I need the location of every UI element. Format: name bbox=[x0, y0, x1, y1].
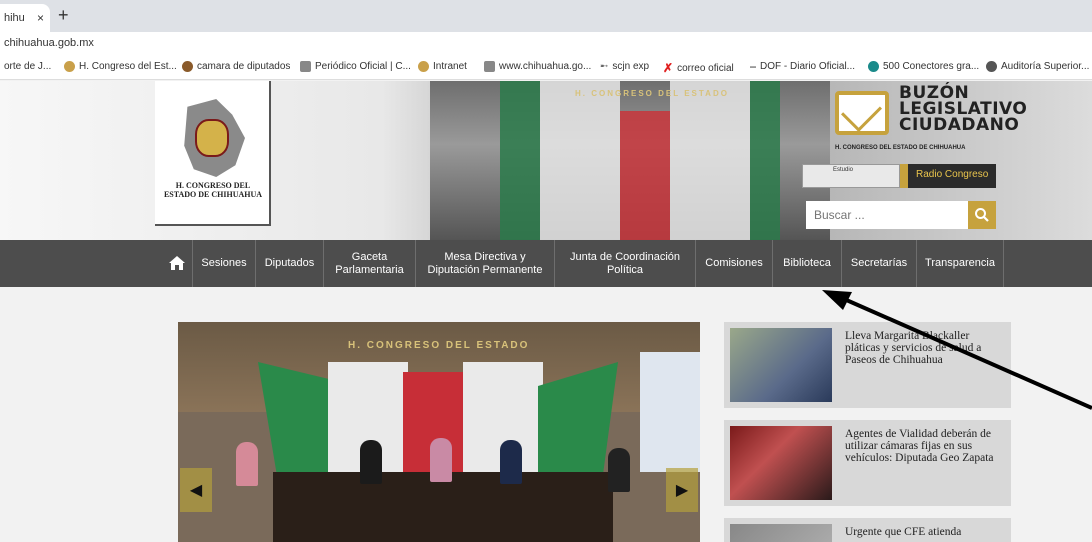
banner-flag-red bbox=[620, 111, 670, 240]
nav-comisiones[interactable]: Comisiones bbox=[695, 240, 772, 287]
shield-icon bbox=[300, 61, 311, 72]
buzon-subtitle: H. CONGRESO DEL ESTADO DE CHIHUAHUA bbox=[835, 145, 966, 151]
bookmark-item[interactable]: orte de J... bbox=[4, 61, 51, 72]
bookmark-item[interactable]: Intranet bbox=[418, 61, 467, 72]
x-mark-icon: ✗ bbox=[663, 61, 674, 75]
search-input[interactable] bbox=[806, 201, 968, 229]
main-nav: Sesiones Diputados Gaceta Parlamentaria … bbox=[0, 240, 1092, 287]
tab-title: hihu bbox=[4, 12, 25, 24]
carousel-next-button[interactable]: ▶ bbox=[666, 468, 698, 512]
carousel-person bbox=[608, 448, 630, 492]
home-icon[interactable] bbox=[162, 248, 192, 278]
banner-flag-green-2 bbox=[750, 81, 780, 240]
bookmark-label: camara de diputados bbox=[197, 61, 291, 72]
banner-flag-green bbox=[500, 81, 540, 240]
bookmark-label: scjn exp bbox=[612, 61, 650, 72]
address-bar[interactable]: chihuahua.gob.mx bbox=[0, 32, 1092, 54]
bookmark-label: DOF - Diario Oficial... bbox=[760, 61, 856, 72]
news-carousel[interactable]: H. CONGRESO DEL ESTADO ◀ ▶ bbox=[178, 322, 700, 542]
buzon-title: BUZÓN LEGISLATIVO CIUDADANO bbox=[899, 85, 1027, 135]
bookmark-item[interactable]: camara de diputados bbox=[182, 61, 290, 72]
radio-label: Radio Congreso bbox=[900, 164, 996, 188]
news-title: Urgente que CFE atienda bbox=[845, 526, 962, 538]
bookmark-label: orte de J... bbox=[4, 61, 52, 72]
nav-biblioteca[interactable]: Biblioteca bbox=[772, 240, 841, 287]
carousel-podium bbox=[273, 472, 613, 542]
bookmark-label: www.chihuahua.go... bbox=[499, 61, 592, 72]
bird-icon: ➸ bbox=[600, 61, 609, 72]
carousel-person bbox=[500, 440, 522, 484]
search-icon bbox=[975, 208, 989, 222]
camara-icon bbox=[182, 61, 193, 72]
globe-icon bbox=[986, 61, 997, 72]
carousel-prev-button[interactable]: ◀ bbox=[180, 468, 212, 512]
globe-icon bbox=[868, 61, 879, 72]
nav-mesa-directiva[interactable]: Mesa Directiva y Diputación Permanente bbox=[415, 240, 554, 287]
shield-icon bbox=[484, 61, 495, 72]
site-header: H. CONGRESO DEL ESTADO H. CONGRESO DEL E… bbox=[0, 81, 1092, 240]
search-button[interactable] bbox=[968, 201, 996, 229]
browser-tab-bar: hihu × + bbox=[0, 0, 1092, 32]
bookmark-item[interactable]: Periódico Oficial | C... bbox=[300, 61, 411, 72]
nav-diputados[interactable]: Diputados bbox=[255, 240, 323, 287]
carousel-person bbox=[360, 440, 382, 484]
carousel-person bbox=[430, 438, 452, 482]
radio-studio-label: Estudio bbox=[833, 167, 854, 173]
url-text: chihuahua.gob.mx bbox=[4, 37, 94, 49]
news-thumbnail bbox=[730, 524, 832, 542]
bookmark-item[interactable]: H. Congreso del Est... bbox=[64, 61, 177, 72]
bookmark-label: H. Congreso del Est... bbox=[79, 61, 177, 72]
carousel-caption: H. CONGRESO DEL ESTADO bbox=[348, 340, 530, 351]
new-tab-button[interactable]: + bbox=[58, 5, 69, 26]
bookmark-item[interactable]: ✗ correo oficial bbox=[663, 61, 734, 75]
congress-icon bbox=[418, 61, 429, 72]
logo-text: H. CONGRESO DEL ESTADO DE CHIHUAHUA bbox=[163, 181, 263, 199]
banner-flag-white-2 bbox=[670, 81, 750, 240]
bookmark-item[interactable]: ➸ scjn exp bbox=[600, 61, 649, 72]
nav-secretarias[interactable]: Secretarías bbox=[841, 240, 916, 287]
site-logo[interactable]: H. CONGRESO DEL ESTADO DE CHIHUAHUA bbox=[155, 81, 271, 226]
news-item[interactable]: Agentes de Vialidad deberán de utilizar … bbox=[724, 420, 1011, 506]
banner-flag-white bbox=[540, 81, 620, 240]
envelope-icon bbox=[835, 91, 889, 135]
bookmark-label: Intranet bbox=[433, 61, 467, 72]
news-title: Lleva Margarita Blackaller pláticas y se… bbox=[845, 330, 982, 366]
bookmark-item[interactable]: www.chihuahua.go... bbox=[484, 61, 591, 72]
buzon-title-line: CIUDADANO bbox=[899, 115, 1020, 135]
radio-congreso-link[interactable]: Estudio Radio Congreso bbox=[802, 164, 996, 188]
bookmarks-bar: orte de J... H. Congreso del Est... cama… bbox=[0, 54, 1092, 80]
bookmark-label: 500 Conectores gra... bbox=[883, 61, 980, 72]
dof-icon: ▬ bbox=[750, 63, 756, 70]
bookmark-item[interactable]: Auditoría Superior... bbox=[986, 61, 1089, 72]
nav-sesiones[interactable]: Sesiones bbox=[192, 240, 255, 287]
news-item[interactable]: Urgente que CFE atienda bbox=[724, 518, 1011, 542]
radio-studio-badge: Estudio bbox=[802, 164, 900, 188]
news-thumbnail bbox=[730, 426, 832, 500]
congress-seal-icon bbox=[195, 119, 229, 157]
browser-tab[interactable]: hihu × bbox=[0, 4, 50, 32]
carousel-person bbox=[236, 442, 258, 486]
bookmark-item[interactable]: ▬ DOF - Diario Oficial... bbox=[750, 61, 855, 72]
bookmark-label: Periódico Oficial | C... bbox=[315, 61, 411, 72]
carousel-screen bbox=[640, 352, 700, 472]
search-box bbox=[806, 201, 996, 229]
banner-caption: H. CONGRESO DEL ESTADO bbox=[575, 89, 729, 98]
nav-gaceta-parlamentaria[interactable]: Gaceta Parlamentaria bbox=[323, 240, 415, 287]
congress-icon bbox=[64, 61, 75, 72]
nav-transparencia[interactable]: Transparencia bbox=[916, 240, 1004, 287]
bookmark-item[interactable]: 500 Conectores gra... bbox=[868, 61, 979, 72]
news-item[interactable]: Lleva Margarita Blackaller pláticas y se… bbox=[724, 322, 1011, 408]
buzon-legislativo-banner[interactable]: BUZÓN LEGISLATIVO CIUDADANO H. CONGRESO … bbox=[835, 85, 1027, 155]
news-title: Agentes de Vialidad deberán de utilizar … bbox=[845, 428, 994, 464]
nav-junta-coordinacion[interactable]: Junta de Coordinación Política bbox=[554, 240, 695, 287]
news-thumbnail bbox=[730, 328, 832, 402]
tab-close-icon[interactable]: × bbox=[37, 11, 44, 25]
bookmark-label: correo oficial bbox=[677, 62, 734, 74]
bookmark-label: Auditoría Superior... bbox=[1001, 61, 1090, 72]
